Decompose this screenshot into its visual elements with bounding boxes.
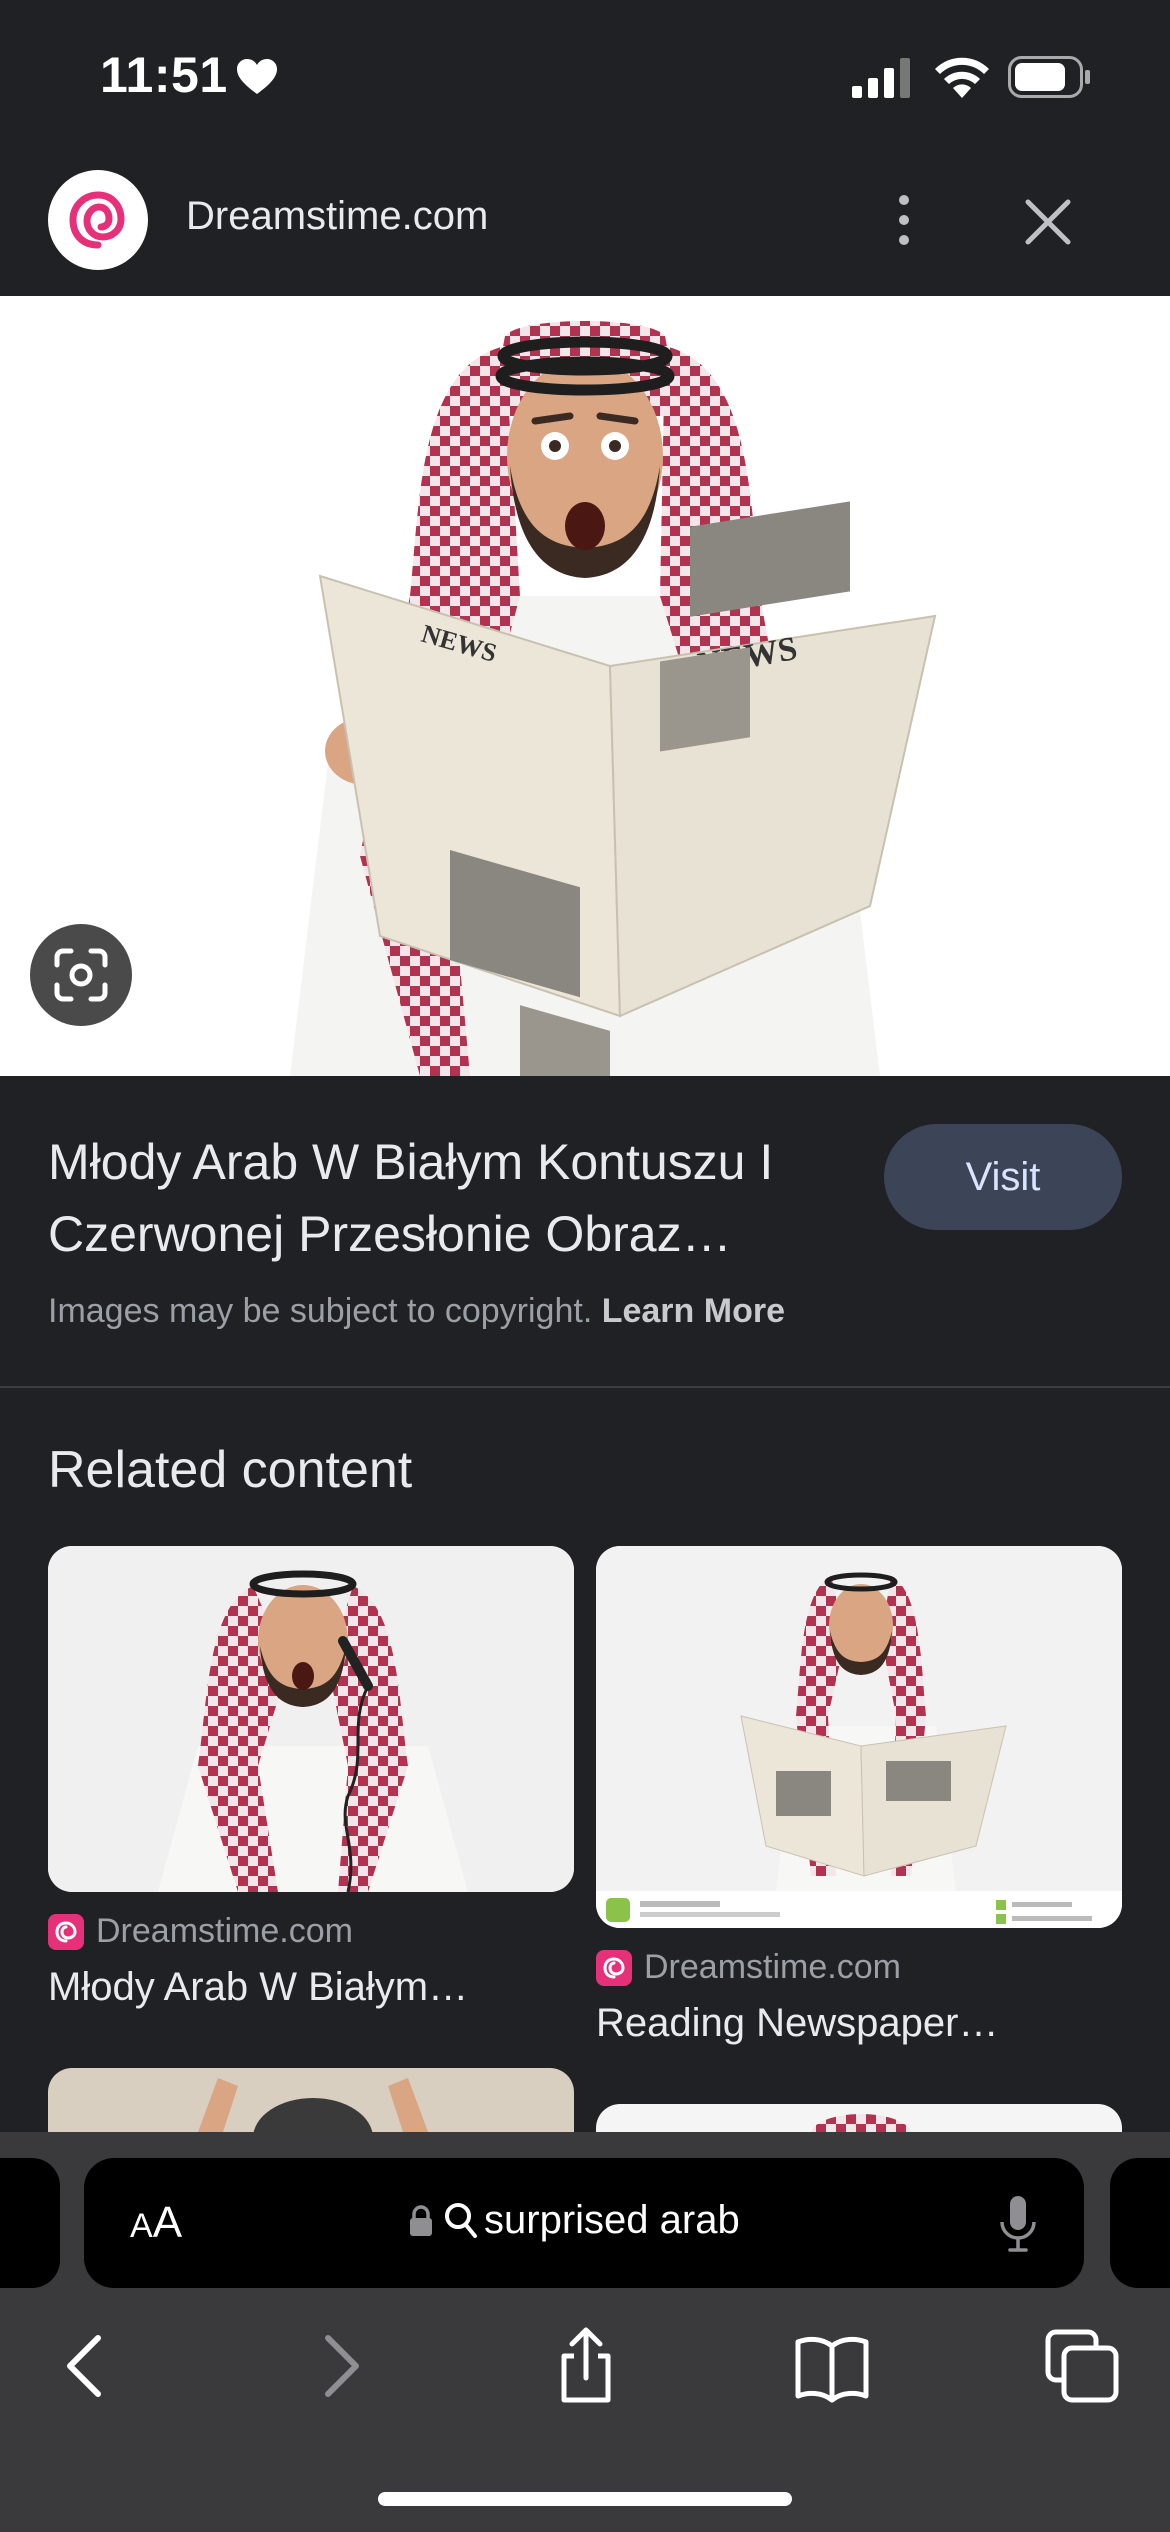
card-source-name: Dreamstime.com: [644, 1948, 901, 1986]
card-source-name: Dreamstime.com: [96, 1912, 353, 1950]
related-card[interactable]: Dreamstime.com Reading Newspaper…: [596, 1546, 1122, 2046]
card-source: Dreamstime.com: [596, 1948, 1122, 1987]
card-source: Dreamstime.com: [48, 1912, 574, 1951]
battery-icon: [1008, 56, 1090, 98]
related-heading: Related content: [48, 1441, 413, 1499]
wifi-icon: [935, 57, 989, 98]
back-icon[interactable]: [46, 2326, 126, 2406]
source-header: Dreamstime.com: [0, 150, 1170, 296]
dreamstime-mini-logo: [48, 1913, 84, 1950]
more-vert-icon[interactable]: [880, 190, 928, 250]
status-time: 11:51: [100, 47, 228, 103]
dreamstime-mini-logo: [596, 1949, 632, 1986]
status-bar: 11:51: [0, 0, 1170, 150]
reader-settings-button[interactable]: AA: [130, 2198, 182, 2248]
related-card[interactable]: Dreamstime.com Młody Arab W Białym…: [48, 1546, 574, 2010]
close-icon[interactable]: [1020, 194, 1076, 250]
next-card-image: [811, 2114, 911, 2132]
site-name[interactable]: Dreamstime.com: [186, 194, 488, 239]
learn-more-link[interactable]: Learn More: [602, 1292, 785, 1330]
man-reading-newspaper-image: NEWS NEWS: [290, 321, 937, 1076]
result-info: Młody Arab W Białym Kontuszu I Czerwonej…: [0, 1076, 1170, 1388]
home-indicator: [378, 2492, 792, 2506]
card-caption[interactable]: Młody Arab W Białym…: [48, 1965, 574, 2010]
visit-button[interactable]: Visit: [884, 1124, 1122, 1230]
copyright-text: Images may be subject to copyright.: [48, 1292, 593, 1330]
aa-large: A: [152, 2198, 183, 2247]
address-bar[interactable]: AA surprised arab: [84, 2158, 1084, 2288]
dreamstime-logo[interactable]: [48, 170, 148, 270]
previous-tab-preview[interactable]: [0, 2158, 60, 2288]
hero-image[interactable]: NEWS NEWS: [0, 296, 1170, 1076]
signal-icon: [852, 58, 910, 98]
search-query[interactable]: surprised arab: [484, 2198, 740, 2243]
forward-icon[interactable]: [300, 2326, 380, 2406]
mic-icon[interactable]: [998, 2194, 1038, 2254]
lock-icon: [410, 2204, 432, 2236]
related-card-next[interactable]: [48, 2068, 574, 2132]
tabs-icon[interactable]: [1042, 2326, 1122, 2406]
browser-toolbar: AA surprised arab: [0, 2132, 1170, 2532]
search-icon: [445, 2202, 477, 2238]
related-card-image[interactable]: [596, 1546, 1122, 1928]
result-title[interactable]: Młody Arab W Białym Kontuszu I Czerwonej…: [48, 1126, 848, 1270]
related-card-next[interactable]: [596, 2104, 1122, 2132]
aa-small: A: [130, 2207, 153, 2245]
next-tab-preview[interactable]: [1110, 2158, 1170, 2288]
reading-newspaper-thumbnail: [596, 1546, 1122, 1928]
url-field[interactable]: surprised arab: [408, 2198, 740, 2243]
lens-icon: [54, 948, 108, 1002]
lens-button[interactable]: [30, 924, 132, 1026]
share-icon[interactable]: [546, 2326, 626, 2406]
card-caption[interactable]: Reading Newspaper…: [596, 2001, 1122, 2046]
man-on-phone-image: [48, 1546, 574, 1892]
bookmarks-icon[interactable]: [792, 2326, 872, 2406]
related-card-image[interactable]: [48, 1546, 574, 1892]
spiral-icon: [69, 191, 125, 249]
next-card-image: [198, 2078, 428, 2132]
copyright-notice: Images may be subject to copyright. Lear…: [48, 1292, 785, 1331]
heart-icon: [237, 59, 277, 94]
